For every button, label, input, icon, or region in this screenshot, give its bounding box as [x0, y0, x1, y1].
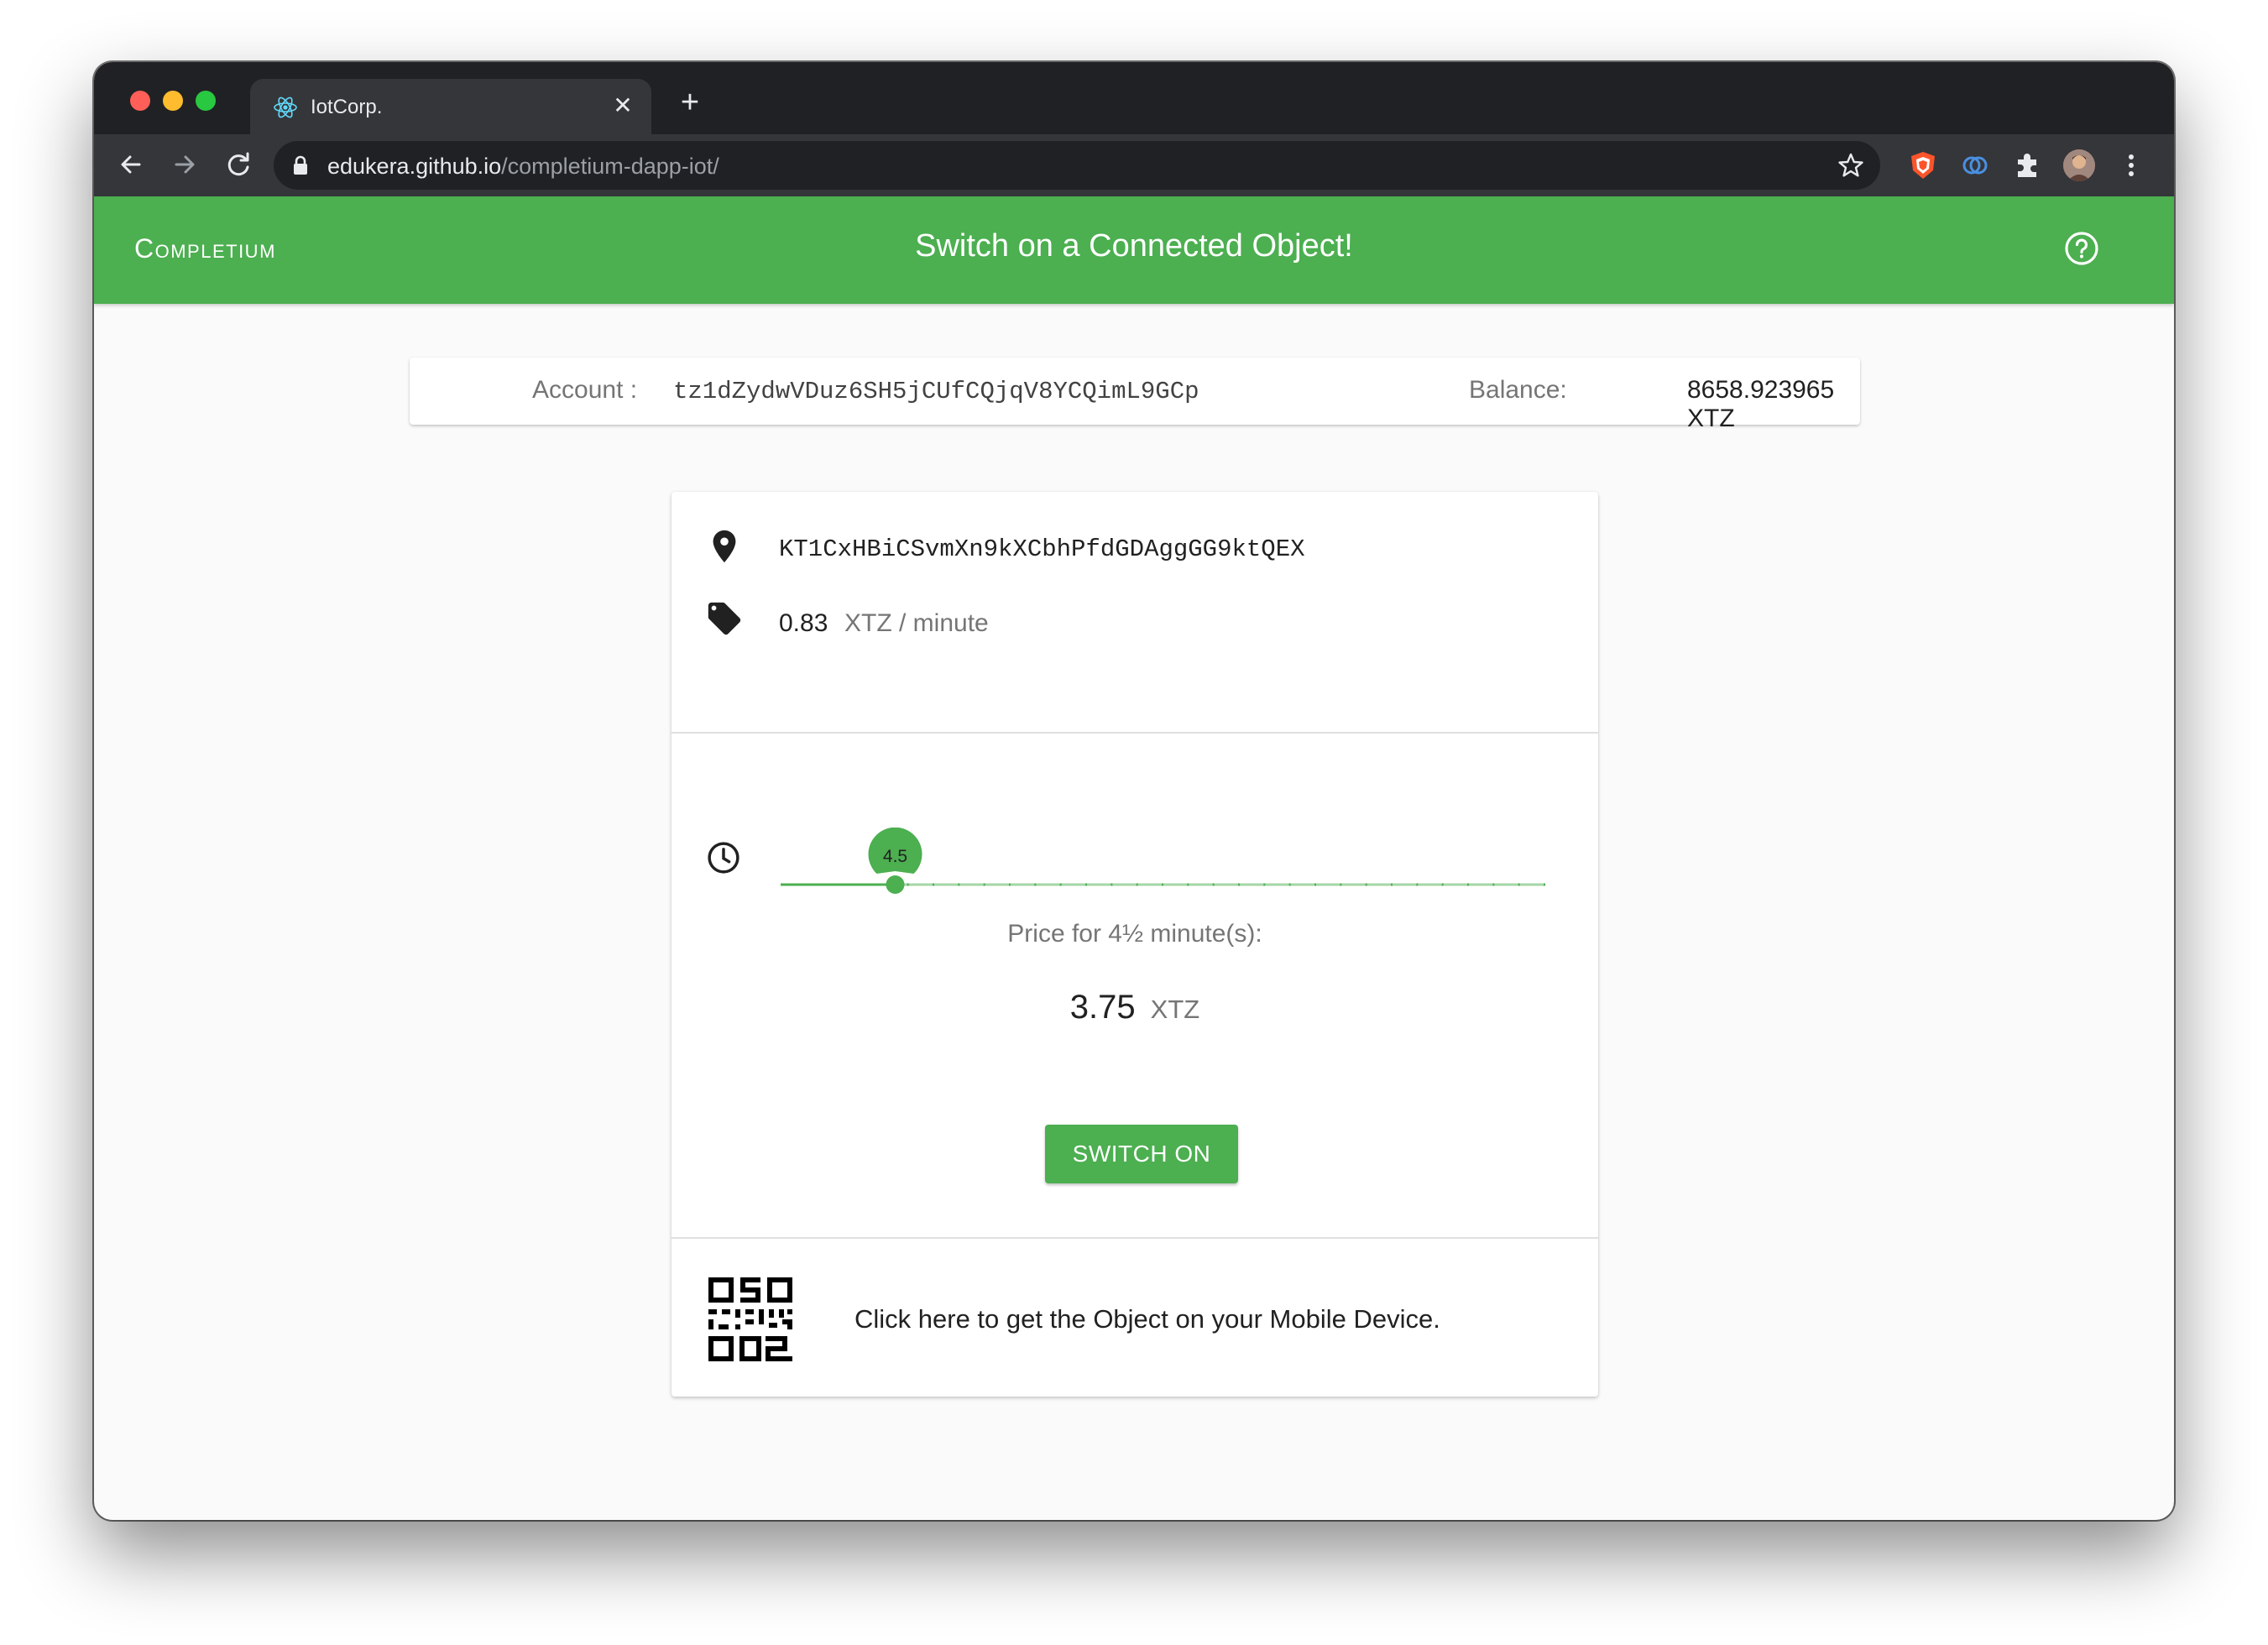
slider-value-text: 4.5: [883, 847, 907, 866]
slider-mark: [1212, 883, 1215, 886]
slider-mark: [1110, 883, 1113, 886]
divider: [672, 732, 1598, 734]
brave-shield-icon[interactable]: [1907, 149, 1939, 181]
slider-mark: [1467, 883, 1469, 886]
price-tag-icon: [708, 602, 741, 635]
bookmark-star-icon[interactable]: [1837, 151, 1865, 180]
url-path: /completium-dapp-iot/: [501, 154, 719, 179]
profile-person-icon: [2063, 149, 2095, 181]
minimize-window-button[interactable]: [163, 91, 183, 111]
react-icon: [274, 97, 297, 118]
slider-mark: [1288, 883, 1291, 886]
slider-mark: [1518, 883, 1520, 886]
slider-mark: [1340, 883, 1342, 886]
object-address: KT1CxHBiCSvmXn9kXCbhPfdGDAggGG9ktQEX: [779, 535, 1305, 563]
close-window-button[interactable]: [130, 91, 150, 111]
divider: [672, 1237, 1598, 1239]
new-tab-icon[interactable]: +: [673, 86, 707, 119]
slider-mark: [1544, 883, 1545, 886]
slider-mark: [1441, 883, 1444, 886]
slider-mark: [1365, 883, 1367, 886]
clock-icon: [708, 842, 739, 874]
address-bar[interactable]: edukera.github.io/completium-dapp-iot/: [274, 141, 1880, 190]
price-per-minute-unit: XTZ / minute: [844, 609, 989, 637]
lock-icon: [294, 155, 307, 175]
tab-title: IotCorp.: [311, 96, 383, 118]
slider-mark: [1034, 883, 1037, 886]
total-price-value: 3.75: [1069, 989, 1136, 1026]
slider-mark: [958, 883, 960, 886]
extensions-puzzle-icon[interactable]: [2011, 149, 2043, 181]
slider-mark: [1314, 883, 1316, 886]
slider-mark: [1416, 883, 1419, 886]
slider-mark: [1238, 883, 1240, 886]
slider-mark: [983, 883, 985, 886]
slider-mark: [933, 883, 934, 886]
price-per-minute-value: 0.83: [779, 609, 828, 637]
total-price: 3.75 XTZ: [672, 989, 1598, 1026]
slider-mark: [1085, 883, 1087, 886]
profile-avatar[interactable]: [2063, 149, 2095, 181]
slider-mark: [1162, 883, 1163, 886]
slider-mark: [1059, 883, 1062, 886]
back-arrow-icon[interactable]: [112, 146, 149, 183]
url-text: edukera.github.io/completium-dapp-iot/: [327, 154, 719, 180]
account-address: tz1dZydwVDuz6SH5jCUfCQjqV8YCQimL9GCp: [673, 378, 1199, 405]
location-pin-icon: [713, 530, 736, 563]
page-title: Switch on a Connected Object!: [915, 228, 1353, 264]
tab-strip: IotCorp. ✕ +: [94, 62, 2174, 134]
tezos-wallet-icon[interactable]: [1959, 149, 1991, 181]
qr-code-icon[interactable]: [707, 1276, 794, 1363]
slider-mark: [1492, 883, 1495, 886]
slider-mark: [1391, 883, 1393, 886]
balance-value: 8658.923965 XTZ: [1687, 376, 1835, 432]
tab-iotcorp[interactable]: IotCorp. ✕: [250, 79, 651, 134]
slider-mark: [1187, 883, 1189, 886]
browser-window: IotCorp. ✕ + edukera.github.io/completiu…: [94, 62, 2174, 1520]
reload-icon[interactable]: [220, 146, 257, 183]
duration-slider[interactable]: 4.5: [779, 828, 1546, 895]
price-for-duration-label: Price for 4½ minute(s):: [1007, 920, 1262, 948]
more-menu-icon[interactable]: [2119, 149, 2144, 181]
object-card: KT1CxHBiCSvmXn9kXCbhPfdGDAggGG9ktQEX 0.8…: [672, 492, 1598, 1397]
total-price-unit: XTZ: [1150, 995, 1200, 1024]
slider-mark: [1136, 883, 1138, 886]
browser-toolbar: edukera.github.io/completium-dapp-iot/: [94, 134, 2174, 196]
help-circle-icon[interactable]: [2063, 230, 2100, 267]
slider-mark: [1009, 883, 1011, 886]
url-host: edukera.github.io: [327, 154, 502, 179]
app-bar: Completium Switch on a Connected Object!: [94, 196, 2174, 304]
slider-mark: [1263, 883, 1266, 886]
forward-arrow-icon[interactable]: [166, 146, 203, 183]
mobile-device-link[interactable]: Click here to get the Object on your Mob…: [854, 1304, 1440, 1334]
account-bar: Account : tz1dZydwVDuz6SH5jCUfCQjqV8YCQi…: [410, 358, 1860, 432]
slider-mark: [907, 883, 909, 886]
maximize-window-button[interactable]: [196, 91, 216, 111]
balance-label: Balance:: [1469, 376, 1567, 404]
account-label: Account :: [532, 376, 638, 404]
slider-thumb[interactable]: [886, 875, 905, 894]
slider-value-label: 4.5: [868, 828, 922, 874]
switch-on-button[interactable]: SWITCH ON: [1045, 1125, 1238, 1183]
tab-close-icon[interactable]: ✕: [608, 91, 638, 121]
